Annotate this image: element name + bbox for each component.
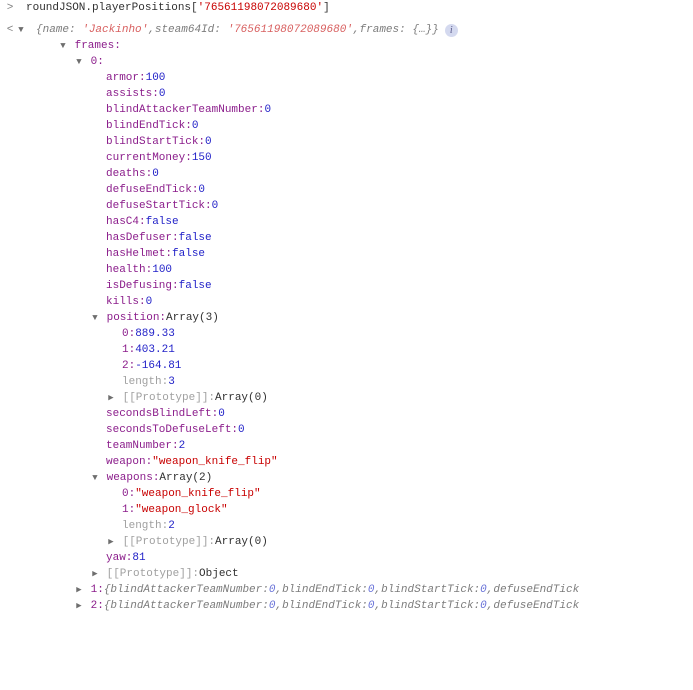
- expand-toggle-frame0-proto[interactable]: [90, 569, 100, 579]
- prop-isdefusing[interactable]: isDefusing: false: [0, 278, 693, 294]
- prop-kills[interactable]: kills: 0: [0, 294, 693, 310]
- weapons-1[interactable]: 1: "weapon_glock": [0, 502, 693, 518]
- prop-blindstarttick[interactable]: blindStartTick: 0: [0, 134, 693, 150]
- prop-deaths[interactable]: deaths: 0: [0, 166, 693, 182]
- frames-node[interactable]: frames:: [0, 38, 693, 54]
- expand-toggle-weapons-proto[interactable]: [106, 537, 116, 547]
- prop-hasdefuser[interactable]: hasDefuser: false: [0, 230, 693, 246]
- frame0-prototype[interactable]: [[Prototype]]: Object: [0, 566, 693, 582]
- prop-hashelmet[interactable]: hasHelmet: false: [0, 246, 693, 262]
- prop-teamnumber[interactable]: teamNumber: 2: [0, 438, 693, 454]
- prop-blindattackerteamnumber[interactable]: blindAttackerTeamNumber: 0: [0, 102, 693, 118]
- output-prompt-icon: <: [4, 24, 16, 36]
- weapons-0[interactable]: 0: "weapon_knife_flip": [0, 486, 693, 502]
- position-prototype[interactable]: [[Prototype]]: Array(0): [0, 390, 693, 406]
- expand-toggle-result[interactable]: [16, 25, 26, 35]
- position-0[interactable]: 0: 889.33: [0, 326, 693, 342]
- position-2[interactable]: 2: -164.81: [0, 358, 693, 374]
- prop-weapons[interactable]: weapons: Array(2): [0, 470, 693, 486]
- prop-currentmoney[interactable]: currentMoney: 150: [0, 150, 693, 166]
- result-steamid-value: '76561198072089680': [227, 24, 352, 36]
- weapons-length[interactable]: length: 2: [0, 518, 693, 534]
- frame-2-node[interactable]: 2: { blindAttackerTeamNumber: 0, blindEn…: [0, 598, 693, 614]
- expand-toggle-frames[interactable]: [58, 41, 68, 51]
- input-prompt-icon: >: [4, 2, 16, 14]
- prop-secondstodefuseleft[interactable]: secondsToDefuseLeft: 0: [0, 422, 693, 438]
- expand-toggle-weapons[interactable]: [90, 473, 100, 483]
- prop-defuseendtick[interactable]: defuseEndTick: 0: [0, 182, 693, 198]
- weapons-prototype[interactable]: [[Prototype]]: Array(0): [0, 534, 693, 550]
- position-1[interactable]: 1: 403.21: [0, 342, 693, 358]
- prop-weapon[interactable]: weapon: "weapon_knife_flip": [0, 454, 693, 470]
- position-length[interactable]: length: 3: [0, 374, 693, 390]
- prop-defusestarttick[interactable]: defuseStartTick: 0: [0, 198, 693, 214]
- prop-health[interactable]: health: 100: [0, 262, 693, 278]
- input-expression-key: '76561198072089680': [198, 2, 323, 14]
- console-result-row[interactable]: < { name: 'Jackinho' , steam64Id: '76561…: [0, 22, 693, 38]
- frame-1-node[interactable]: 1: { blindAttackerTeamNumber: 0, blindEn…: [0, 582, 693, 598]
- prop-yaw[interactable]: yaw: 81: [0, 550, 693, 566]
- prop-secondsblindleft[interactable]: secondsBlindLeft: 0: [0, 406, 693, 422]
- prop-blindendtick[interactable]: blindEndTick: 0: [0, 118, 693, 134]
- frame-0-node[interactable]: 0:: [0, 54, 693, 70]
- result-name-value: 'Jackinho': [82, 24, 148, 36]
- info-icon[interactable]: i: [445, 24, 458, 37]
- expand-toggle-position-proto[interactable]: [106, 393, 116, 403]
- prop-armor[interactable]: armor: 100: [0, 70, 693, 86]
- console-input-row: > roundJSON.playerPositions['76561198072…: [0, 0, 693, 16]
- input-expression-object: roundJSON.playerPositions: [26, 2, 191, 14]
- expand-toggle-frame0[interactable]: [74, 57, 84, 67]
- expand-toggle-frame2[interactable]: [74, 601, 84, 611]
- prop-assists[interactable]: assists: 0: [0, 86, 693, 102]
- expand-toggle-position[interactable]: [90, 313, 100, 323]
- prop-position[interactable]: position: Array(3): [0, 310, 693, 326]
- prop-hasc4[interactable]: hasC4: false: [0, 214, 693, 230]
- expand-toggle-frame1[interactable]: [74, 585, 84, 595]
